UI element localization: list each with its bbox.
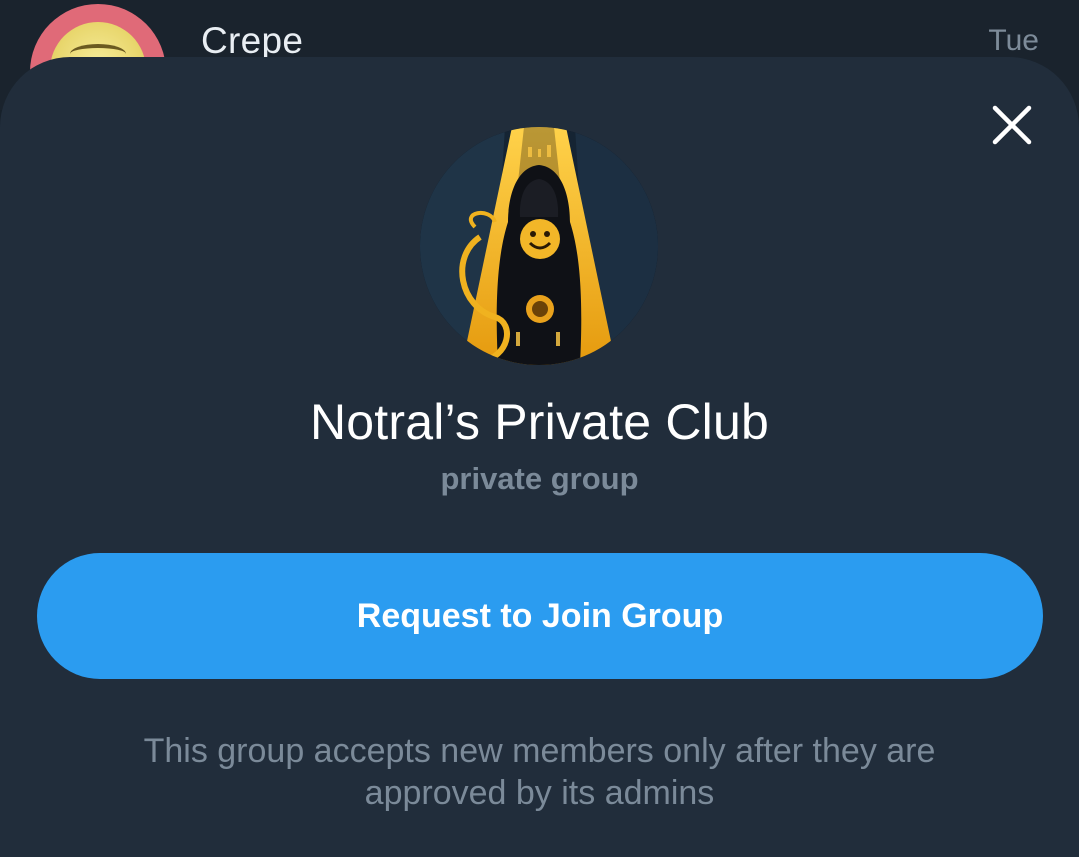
hooded-figure-image [420,127,658,365]
group-title: Notral’s Private Club [309,394,769,450]
group-type-label: private group [440,461,639,496]
group-avatar [420,127,658,365]
close-icon [992,105,1032,145]
chat-name: Crepe [201,20,304,61]
approval-note-line-1: This group accepts new members only afte… [143,732,936,770]
request-to-join-button[interactable]: Request to Join Group [37,553,1043,679]
approval-note: This group accepts new members only afte… [80,730,999,814]
close-button[interactable] [980,93,1044,157]
chat-time: Tue [988,24,1039,57]
approval-note-line-2: approved by its admins [364,774,715,812]
